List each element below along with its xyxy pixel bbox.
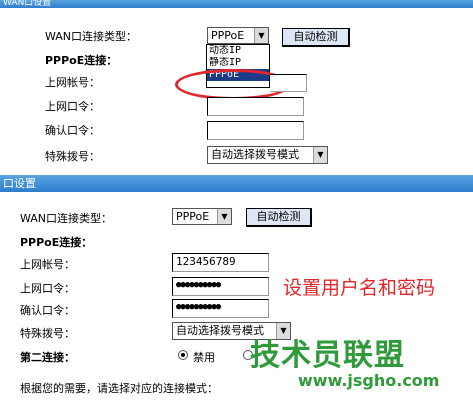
watermark-title: 技术员联盟 xyxy=(250,338,405,373)
pppoe-label-2: PPPoE连接： xyxy=(20,236,93,249)
wan-type-label: WAN口连接类型： xyxy=(45,30,138,43)
confirm-password-field[interactable] xyxy=(207,121,304,140)
wan-settings-header-2: 口设置 xyxy=(0,175,473,192)
dropdown-option-dynamic-ip[interactable]: 动态IP xyxy=(207,45,269,57)
wan-type-select[interactable]: PPPoE ▼ xyxy=(207,27,269,44)
username-field-2[interactable]: 123456789 xyxy=(172,253,269,272)
special-dial-value: 自动选择拨号模式 xyxy=(211,148,299,161)
confirm-password-label: 确认口令： xyxy=(45,124,100,137)
chevron-down-icon[interactable]: ▼ xyxy=(313,147,327,163)
username-label: 上网帐号： xyxy=(45,76,100,89)
connection-mode-hint: 根据您的需要，请选择对应的连接模式： xyxy=(20,382,218,395)
dropdown-option-static-ip[interactable]: 静态IP xyxy=(207,57,269,69)
wan-type-label-2: WAN口连接类型： xyxy=(20,212,113,225)
auto-detect-button-2[interactable]: 自动检测 xyxy=(246,208,312,227)
chevron-down-icon[interactable]: ▼ xyxy=(217,209,231,224)
second-connection-label: 第二连接： xyxy=(20,351,75,364)
wan-settings-header: WAN口设置 xyxy=(0,0,473,8)
disable-radio[interactable] xyxy=(178,350,188,360)
pppoe-label: PPPoE连接： xyxy=(45,54,118,67)
confirm-password-label-2: 确认口令： xyxy=(20,304,75,317)
password-field[interactable] xyxy=(207,97,304,116)
watermark-url: www.jsgho.com xyxy=(298,371,440,390)
auto-detect-button[interactable]: 自动检测 xyxy=(282,28,350,47)
password-label: 上网口令： xyxy=(45,100,100,113)
special-dial-label: 特殊拨号： xyxy=(45,150,100,163)
special-dial-select[interactable]: 自动选择拨号模式 ▼ xyxy=(207,146,328,164)
special-dial-label-2: 特殊拨号： xyxy=(20,327,75,340)
password-field-2[interactable]: ●●●●●●●●●● xyxy=(172,277,269,296)
radio-dot-icon xyxy=(181,353,185,357)
wan-type-value-2: PPPoE xyxy=(176,210,210,223)
chevron-down-icon[interactable]: ▼ xyxy=(254,28,268,43)
password-label-2: 上网口令： xyxy=(20,282,75,295)
wan-type-select-2[interactable]: PPPoE ▼ xyxy=(172,208,232,225)
username-field[interactable] xyxy=(270,74,307,92)
wan-type-value: PPPoE xyxy=(211,29,245,42)
username-label-2: 上网帐号： xyxy=(20,258,75,271)
disable-radio-label: 禁用 xyxy=(193,351,215,364)
confirm-password-field-2[interactable]: ●●●●●●●●●● xyxy=(172,299,269,318)
annotation-text: 设置用户名和密码 xyxy=(283,277,436,299)
